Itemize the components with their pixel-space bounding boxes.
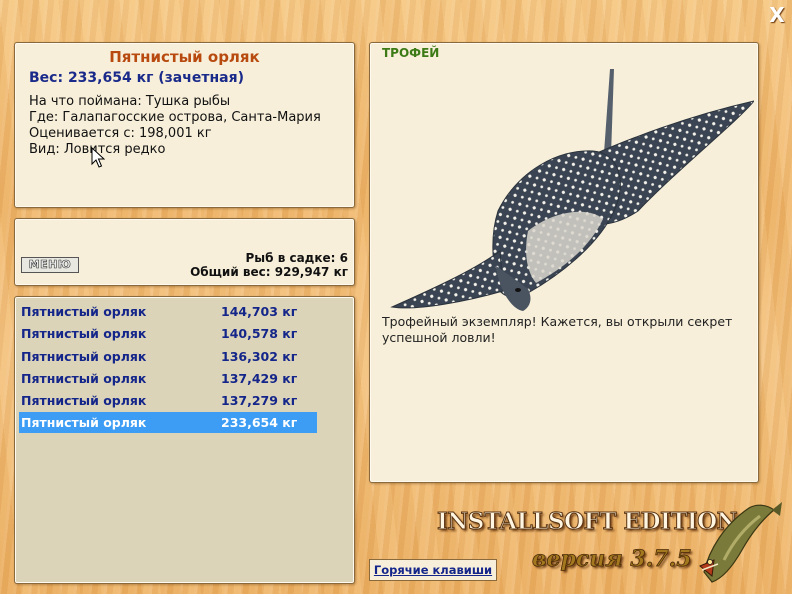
menu-button[interactable]: МЕНЮ [21, 257, 79, 273]
catch-name: Пятнистый орляк [21, 415, 147, 430]
catch-row[interactable]: Пятнистый орляк 140,578 кг [19, 323, 317, 344]
catch-weight: 137,279 кг [221, 393, 298, 408]
location-text: Где: Галапагосские острова, Санта-Мария [29, 110, 321, 125]
total-weight: Общий вес: 929,947 кг [190, 265, 348, 279]
catch-weight: 140,578 кг [221, 326, 298, 341]
catch-weight: 136,302 кг [221, 349, 298, 364]
fish-count: Рыб в садке: 6 [245, 251, 349, 265]
catch-row[interactable]: Пятнистый орляк 144,703 кг [19, 301, 317, 322]
fish-info-panel: Пятнистый орляк Вес: 233,654 кг (зачетна… [14, 42, 355, 208]
catch-row[interactable]: Пятнистый орляк 136,302 кг [19, 346, 317, 367]
catch-name: Пятнистый орляк [21, 326, 147, 341]
mouse-cursor-icon [91, 147, 105, 168]
close-button[interactable]: X [766, 4, 788, 26]
catch-weight: 144,703 кг [221, 304, 298, 319]
caught-on-text: На что поймана: Тушка рыбы [29, 94, 231, 109]
catch-weight: 233,654 кг [221, 415, 298, 430]
catch-row-selected[interactable]: Пятнистый орляк 233,654 кг [19, 412, 317, 433]
catch-row[interactable]: Пятнистый орляк 137,279 кг [19, 390, 317, 411]
keepnet-summary-panel: МЕНЮ Рыб в садке: 6 Общий вес: 929,947 к… [14, 218, 355, 286]
catch-name: Пятнистый орляк [21, 371, 147, 386]
valued-from-text: Оценивается с: 198,001 кг [29, 126, 212, 141]
catch-name: Пятнистый орляк [21, 393, 147, 408]
catch-name: Пятнистый орляк [21, 349, 147, 364]
catch-weight: 137,429 кг [221, 371, 298, 386]
trophy-text: Трофейный экземпляр! Кажется, вы открыли… [382, 314, 733, 345]
version-label: версия 3.7.5 [532, 546, 692, 573]
catch-row[interactable]: Пятнистый орляк 137,429 кг [19, 368, 317, 389]
trophy-panel: ТРОФЕЙ Трофейный экземпляр! Кажется, вы … [369, 42, 759, 483]
pike-logo-icon [699, 502, 782, 583]
catch-name: Пятнистый орляк [21, 304, 147, 319]
edition-title: INSTALLSOFT EDITION [436, 508, 738, 536]
close-icon: X [769, 3, 785, 27]
fish-weight: Вес: 233,654 кг (зачетная) [29, 70, 244, 86]
catch-list-panel: Пятнистый орляк 144,703 кг Пятнистый орл… [14, 296, 355, 584]
hotkeys-button[interactable]: Горячие клавиши [369, 559, 497, 581]
spotted-eagle-ray-image [390, 69, 754, 311]
trophy-label: ТРОФЕЙ [382, 46, 440, 60]
fish-title: Пятнистый орляк [109, 48, 260, 66]
